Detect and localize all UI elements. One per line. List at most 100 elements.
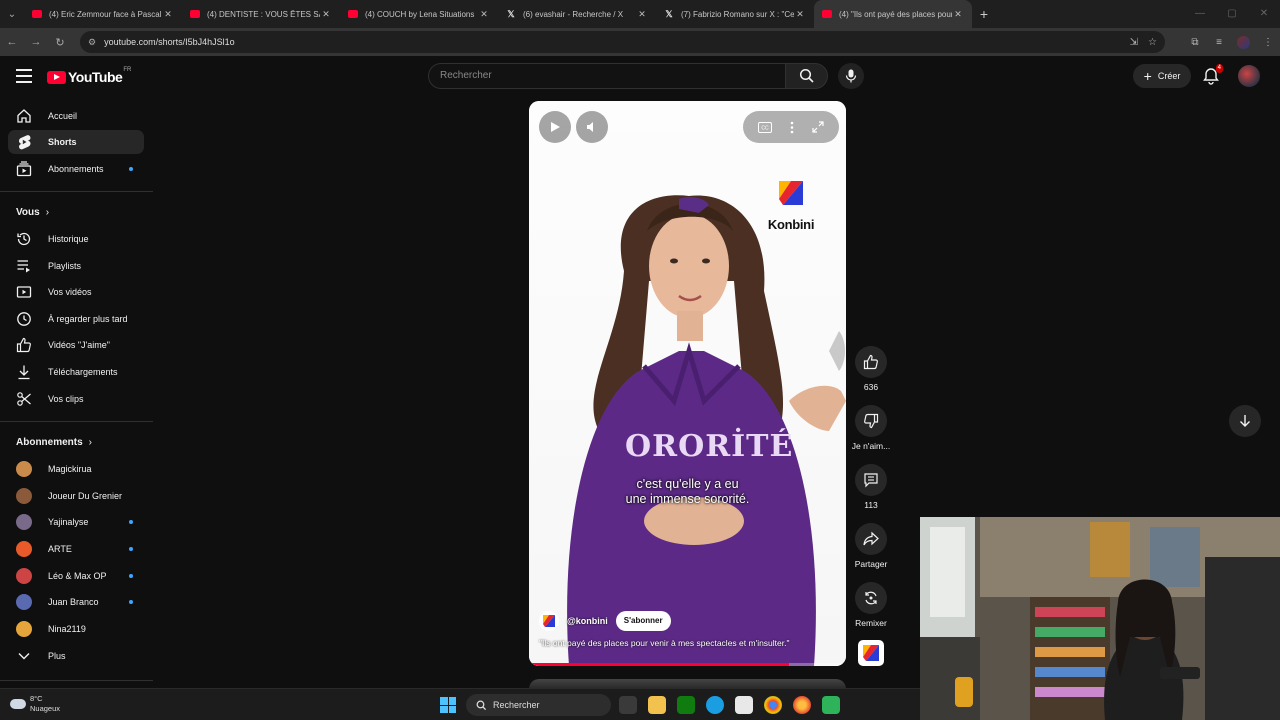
close-icon[interactable]: ✕ xyxy=(794,9,806,20)
bookmark-star-icon[interactable]: ☆ xyxy=(1148,37,1157,48)
sidebar-item-subscriptions[interactable]: Abonnements xyxy=(8,157,144,181)
remix-button[interactable] xyxy=(855,582,887,614)
remix-action[interactable]: Remixer xyxy=(848,582,894,628)
search-input[interactable]: Rechercher xyxy=(428,63,785,89)
store-icon[interactable] xyxy=(735,696,753,714)
short-video-player[interactable]: ORORİTÉ CC Konbini c'est qu'elle y a eu … xyxy=(529,101,846,666)
sidebar-item-history[interactable]: Historique xyxy=(8,227,144,251)
search-button[interactable] xyxy=(785,63,828,89)
profile-avatar[interactable] xyxy=(1237,35,1250,49)
install-icon[interactable]: ⇲ xyxy=(1130,37,1138,48)
channel-name: Joueur Du Grenier xyxy=(48,491,123,501)
sidebar-channel[interactable]: Yajinalyse xyxy=(8,510,144,534)
browser-tab[interactable]: (4) COUCH by Lena Situations ✕ xyxy=(340,0,498,28)
browser-tab[interactable]: 𝕏 (6) evashair - Recherche / X ✕ xyxy=(498,0,656,28)
comments-button[interactable] xyxy=(855,464,887,496)
dislike-button[interactable] xyxy=(855,405,887,437)
comments-action[interactable]: 113 xyxy=(848,464,894,510)
webcam-scene xyxy=(920,517,1280,720)
hamburger-menu-icon[interactable] xyxy=(16,69,32,83)
sidebar-channel[interactable]: Joueur Du Grenier xyxy=(8,484,144,508)
sidebar-channel[interactable]: ARTE xyxy=(8,537,144,561)
windows-start-icon[interactable] xyxy=(440,697,456,713)
playlists-icon xyxy=(16,258,32,274)
sidebar-channel[interactable]: Léo & Max OP xyxy=(8,564,144,588)
close-icon[interactable]: ✕ xyxy=(636,9,648,20)
short-title[interactable]: "Ils ont payé des places pour venir à me… xyxy=(539,638,790,648)
comment-icon xyxy=(864,473,878,488)
progress-fill xyxy=(529,663,789,666)
captions-icon[interactable]: CC xyxy=(758,121,772,133)
channel-avatar[interactable] xyxy=(539,611,559,631)
notifications-button[interactable]: 4 xyxy=(1202,64,1223,85)
like-button[interactable] xyxy=(855,346,887,378)
sidebar-channel[interactable]: Juan Branco xyxy=(8,590,144,614)
youtube-logo[interactable]: YouTube FR xyxy=(47,67,131,85)
dislike-action[interactable]: Je n'aim... xyxy=(848,405,894,451)
url-text: youtube.com/shorts/I5bJ4hJSl1o xyxy=(104,37,235,47)
fullscreen-icon[interactable] xyxy=(812,121,824,133)
new-tab-button[interactable]: + xyxy=(972,6,996,22)
file-explorer-icon[interactable] xyxy=(648,696,666,714)
app-icon[interactable] xyxy=(822,696,840,714)
sidebar-item-liked-videos[interactable]: Vidéos "J'aime" xyxy=(8,333,144,357)
tab-search-icon[interactable]: ⌄ xyxy=(0,0,24,28)
subscribe-button[interactable]: S'abonner xyxy=(615,611,671,631)
firefox-icon[interactable] xyxy=(793,696,811,714)
sidebar-show-more[interactable]: Plus xyxy=(8,644,144,668)
address-bar[interactable]: ⚙ youtube.com/shorts/I5bJ4hJSl1o ⇲ ☆ xyxy=(80,31,1165,53)
close-window-icon[interactable]: ✕ xyxy=(1248,0,1280,28)
create-button[interactable]: + Créer xyxy=(1133,64,1191,88)
media-icon[interactable]: ≡ xyxy=(1207,37,1231,48)
menu-icon[interactable]: ⋮ xyxy=(1256,37,1280,48)
minimize-icon[interactable]: — xyxy=(1184,0,1216,28)
close-icon[interactable]: ✕ xyxy=(478,9,490,20)
sidebar-item-your-videos[interactable]: Vos vidéos xyxy=(8,280,144,304)
chrome-icon[interactable] xyxy=(764,696,782,714)
sidebar-item-label: Historique xyxy=(48,234,89,244)
taskbar-search[interactable]: Rechercher xyxy=(466,694,611,716)
site-info-icon[interactable]: ⚙ xyxy=(88,37,96,48)
channel-handle[interactable]: @konbini xyxy=(567,616,608,626)
konbini-mark-icon xyxy=(863,645,879,661)
weather-widget[interactable]: 8°C Nuageux xyxy=(10,694,60,714)
progress-bar[interactable] xyxy=(529,663,846,666)
share-action[interactable]: Partager xyxy=(848,523,894,569)
browser-tab[interactable]: 𝕏 (7) Fabrizio Romano sur X : "Ce ✕ xyxy=(656,0,814,28)
volume-button[interactable] xyxy=(576,111,608,143)
close-icon[interactable]: ✕ xyxy=(320,9,332,20)
like-action[interactable]: 636 xyxy=(848,346,894,392)
browser-tab[interactable]: (4) DENTISTE : VOUS ÊTES SALE✕ xyxy=(182,0,340,28)
sidebar-section-you[interactable]: Vous › xyxy=(16,207,49,218)
back-icon[interactable]: ← xyxy=(0,28,24,56)
account-avatar[interactable] xyxy=(1238,65,1260,87)
close-icon[interactable]: ✕ xyxy=(952,9,964,20)
share-button[interactable] xyxy=(855,523,887,555)
more-options-icon[interactable] xyxy=(790,121,794,134)
xbox-icon[interactable] xyxy=(677,696,695,714)
browser-tab-active[interactable]: (4) "Ils ont payé des places pour ✕ xyxy=(814,0,972,28)
reload-icon[interactable]: ↻ xyxy=(48,28,72,56)
sidebar-item-playlists[interactable]: Playlists xyxy=(8,254,144,278)
x-icon: 𝕏 xyxy=(665,9,673,19)
sidebar-item-clips[interactable]: Vos clips xyxy=(8,387,144,411)
brand-name: Konbini xyxy=(767,217,815,232)
play-button[interactable] xyxy=(539,111,571,143)
sidebar-channel[interactable]: Nina2119 xyxy=(8,617,144,641)
browser-tab[interactable]: (4) Eric Zemmour face à Pascal ✕ xyxy=(24,0,182,28)
audio-source-thumbnail[interactable] xyxy=(858,640,884,666)
task-view-icon[interactable] xyxy=(619,696,637,714)
sidebar-channel[interactable]: Magickirua xyxy=(8,457,144,481)
next-short-button[interactable] xyxy=(1229,405,1261,437)
maximize-icon[interactable]: ▢ xyxy=(1216,0,1248,28)
sidebar-item-shorts[interactable]: Shorts xyxy=(8,130,144,154)
voice-search-button[interactable] xyxy=(838,63,864,89)
sidebar-item-home[interactable]: Accueil xyxy=(8,104,144,128)
sidebar-item-downloads[interactable]: Téléchargements xyxy=(8,360,144,384)
extensions-icon[interactable]: ⧉ xyxy=(1183,37,1207,48)
edge-icon[interactable] xyxy=(706,696,724,714)
sidebar-section-subscriptions[interactable]: Abonnements › xyxy=(16,437,92,448)
sidebar-item-watch-later[interactable]: À regarder plus tard xyxy=(8,307,144,331)
forward-icon[interactable]: → xyxy=(24,28,48,56)
close-icon[interactable]: ✕ xyxy=(162,9,174,20)
